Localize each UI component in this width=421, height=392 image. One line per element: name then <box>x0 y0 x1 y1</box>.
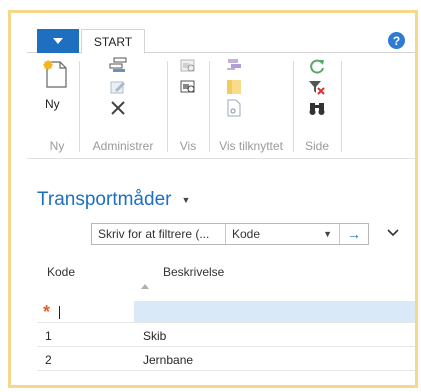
group-divider <box>79 61 80 152</box>
related-icon[interactable] <box>225 57 243 78</box>
group-vis: Vis <box>169 53 207 158</box>
attachment-icon[interactable] <box>225 99 243 122</box>
group-administrer: Administrer <box>81 53 165 158</box>
group-vis-tilknyttet: Vis tilknyttet <box>211 53 291 158</box>
dropdown-arrow-icon <box>53 38 63 44</box>
column-header-kode[interactable]: Kode <box>47 265 75 279</box>
cell-beskrivelse: Skib <box>143 328 167 343</box>
window-frame: START ? Ny Ny Administrer Vis Vis tilkny… <box>8 10 418 388</box>
group-label-administrer: Administrer <box>92 139 154 153</box>
cell-beskrivelse: Jernbane <box>143 352 194 367</box>
group-ny: Ny Ny <box>37 53 77 158</box>
view-icon[interactable] <box>180 59 196 78</box>
tab-start[interactable]: START <box>81 29 145 54</box>
group-label-side: Side <box>304 139 330 153</box>
help-button[interactable]: ? <box>388 32 405 49</box>
edit-icon[interactable] <box>109 79 127 100</box>
refresh-icon[interactable] <box>308 57 326 80</box>
group-label-vis-tilknyttet: Vis tilknyttet <box>219 139 283 153</box>
group-label-vis: Vis <box>179 139 197 153</box>
group-divider <box>341 61 342 152</box>
delete-icon[interactable] <box>110 100 126 121</box>
find-binoculars-icon[interactable] <box>308 101 326 120</box>
clear-filter-icon[interactable] <box>308 79 326 102</box>
note-icon[interactable] <box>225 79 243 100</box>
view-list-icon[interactable] <box>180 80 196 99</box>
table-row[interactable]: 2 Jernbane <box>37 349 415 371</box>
page-title[interactable]: Transportmåder <box>37 189 171 211</box>
group-divider <box>293 61 294 152</box>
cell-kode: 2 <box>45 352 52 367</box>
sort-ascending-icon <box>141 284 149 289</box>
group-side: Side <box>295 53 339 158</box>
new-row[interactable]: * <box>37 301 415 323</box>
filter-field-select[interactable]: Kode ▼ <box>226 224 340 244</box>
page-window: START ? Ny Ny Administrer Vis Vis tilkny… <box>27 29 415 385</box>
application-menu-button[interactable] <box>37 29 79 53</box>
edit-list-icon[interactable] <box>109 57 127 78</box>
chevron-down-icon: ▼ <box>323 229 332 239</box>
page-title-row: Transportmåder ▼ <box>37 189 190 211</box>
text-cursor <box>59 306 60 319</box>
ribbon-tabs: START ? <box>27 29 415 54</box>
filter-input[interactable]: Skriv for at filtrere (... <box>92 224 226 244</box>
table-row[interactable]: 1 Skib <box>37 325 415 347</box>
apply-filter-arrow-icon[interactable]: → <box>340 224 368 244</box>
title-dropdown-icon[interactable]: ▼ <box>181 195 190 205</box>
group-divider <box>209 61 210 152</box>
filter-bar: Skriv for at filtrere (... Kode ▼ → <box>91 223 369 245</box>
new-button-label[interactable]: Ny <box>45 97 60 111</box>
cell-kode: 1 <box>45 328 52 343</box>
group-divider <box>167 61 168 152</box>
new-row-kode-cell[interactable] <box>37 301 135 322</box>
new-record-star-icon: * <box>43 302 51 322</box>
column-header-beskrivelse[interactable]: Beskrivelse <box>163 265 224 279</box>
filter-field-value: Kode <box>232 227 261 241</box>
new-document-icon[interactable] <box>43 59 69 94</box>
group-label-ny: Ny <box>49 139 65 153</box>
expand-filter-icon[interactable] <box>387 226 399 240</box>
ribbon: Ny Ny Administrer Vis Vis tilknyttet Sid… <box>27 53 415 159</box>
